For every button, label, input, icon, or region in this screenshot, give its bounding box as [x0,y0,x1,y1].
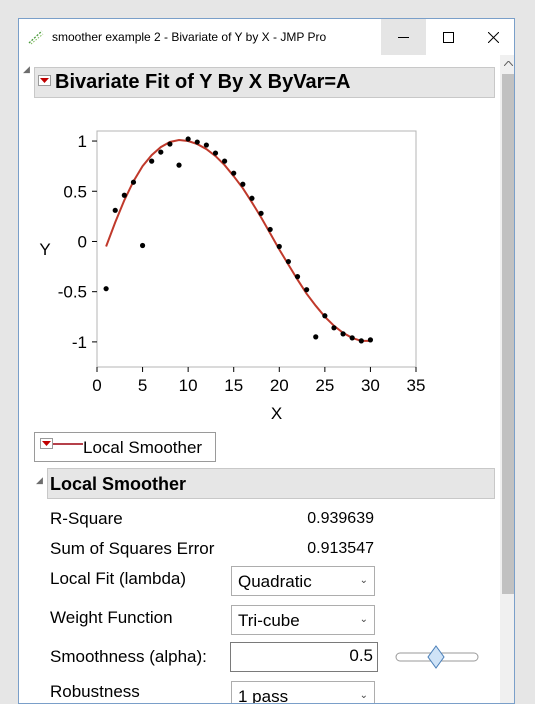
bivariate-chart[interactable]: 0 5 10 15 20 25 30 35 1 0.5 0 -0.5 -1 X Y [19,119,439,425]
x-axis-label: X [271,404,282,423]
data-point [103,286,109,292]
data-point [203,142,209,148]
data-point [249,195,255,201]
maximize-icon [443,31,454,43]
data-point [304,287,310,293]
local-fit-select[interactable]: Quadratic ⌄ [231,566,375,596]
data-point [231,170,237,176]
x-tick-label: 30 [361,376,380,395]
data-point [121,192,127,198]
slider-thumb[interactable] [427,645,445,669]
legend-red-triangle-icon[interactable] [40,438,53,449]
x-tick-label: 5 [138,376,147,395]
sse-label: Sum of Squares Error [50,539,215,558]
vertical-scrollbar[interactable] [500,55,514,703]
data-point [167,141,173,147]
x-tick-label: 25 [315,376,334,395]
weight-function-value: Tri-cube [238,611,300,630]
legend-label: Local Smoother [83,438,203,457]
data-point [212,150,219,156]
y-tick-label: -1 [72,333,87,352]
scroll-up-button[interactable] [500,55,514,72]
data-point [294,274,301,280]
x-tick-label: 0 [92,376,101,395]
data-point [194,139,200,145]
jmp-app-icon [28,30,44,45]
collapse-triangle-icon[interactable]: ◢ [23,64,30,75]
minimize-button[interactable] [381,19,426,55]
smoothness-input[interactable] [231,643,379,669]
sse-value: 0.913547 [307,540,374,557]
data-point [112,207,118,213]
weight-function-label: Weight Function [50,608,173,627]
robustness-label: Robustness [50,682,140,701]
window-title: smoother example 2 - Bivariate of Y by X… [52,30,327,44]
chevron-down-icon: ⌄ [359,614,368,625]
legend-line-swatch [53,443,83,445]
report-title: Bivariate Fit of Y By X ByVar=A [55,71,351,93]
red-triangle-glyph [40,77,49,83]
x-tick-label: 15 [224,376,243,395]
chevron-down-icon: ⌄ [359,690,368,701]
y-tick-label: -0.5 [58,283,87,302]
data-point [222,158,228,164]
chevron-up-icon [503,61,513,66]
smoothness-slider[interactable] [395,643,481,671]
chevron-down-icon: ⌄ [359,575,368,586]
data-point [285,258,291,265]
data-point [340,331,346,337]
legend-box[interactable]: Local Smoother [34,432,216,462]
weight-function-select[interactable]: Tri-cube ⌄ [231,605,375,635]
x-tick-label: 35 [407,376,426,395]
y-axis-label: Y [39,240,50,259]
data-point [313,334,319,340]
plot-frame [96,130,417,368]
legend-red-triangle-glyph [42,440,51,446]
scrollbar-thumb[interactable] [502,74,514,594]
red-triangle-menu-icon[interactable] [38,75,51,86]
y-tick-label: 1 [78,132,87,151]
local-smoother-title: Local Smoother [50,474,187,494]
data-point [176,162,182,168]
data-point [349,335,355,341]
smoothness-label: Smoothness (alpha): [50,647,207,666]
data-point [267,226,273,233]
data-point [158,149,164,155]
maximize-button[interactable] [426,19,471,55]
x-tick-label: 20 [270,376,289,395]
title-bar[interactable]: smoother example 2 - Bivariate of Y by X… [19,19,514,55]
data-point [276,243,282,250]
r-square-label: R-Square [50,509,123,528]
data-point [130,179,137,185]
data-point [139,242,146,249]
data-point [367,337,374,343]
data-point [258,210,264,216]
y-tick-label: 0.5 [63,182,87,201]
y-tick-label: 0 [78,232,87,251]
data-point [358,338,364,344]
close-icon [488,31,499,43]
close-button[interactable] [471,19,514,55]
minimize-icon [398,36,409,38]
robustness-value: 1 pass [238,687,289,704]
local-fit-label: Local Fit (lambda) [50,569,187,588]
smoothness-field[interactable] [230,642,379,672]
report-content: ◢ Bivariate Fit of Y By X ByVar=A 0 5 10 15… [19,55,500,704]
data-point [240,181,246,187]
data-point [322,313,328,319]
data-point [149,158,155,164]
local-fit-value: Quadratic [238,572,312,591]
x-tick-label: 10 [179,376,198,395]
r-square-value: 0.939639 [307,510,374,527]
smoother-collapse-triangle-icon[interactable]: ◢ [36,475,43,486]
robustness-select[interactable]: 1 pass ⌄ [231,681,375,704]
data-point [331,325,337,331]
data-point [185,136,191,142]
app-window: smoother example 2 - Bivariate of Y by X… [18,18,515,704]
